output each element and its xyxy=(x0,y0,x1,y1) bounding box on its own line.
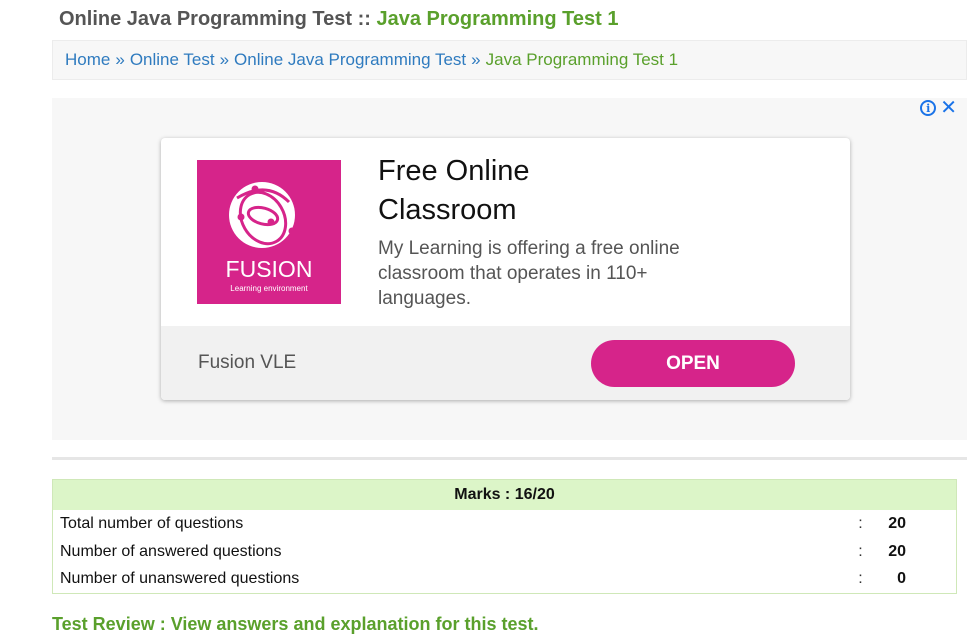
stat-colon: : xyxy=(858,509,889,538)
ad-headline[interactable]: Free Online Classroom xyxy=(378,152,638,230)
stat-label: Total number of questions xyxy=(52,509,859,538)
breadcrumb-online-test[interactable]: Online Test xyxy=(130,50,215,69)
breadcrumb-separator: » xyxy=(219,50,230,69)
marks-row: Marks : 16/20 xyxy=(52,479,957,510)
divider xyxy=(52,457,967,460)
breadcrumb-java-test[interactable]: Online Java Programming Test xyxy=(234,50,466,69)
ad-controls: i ✕ xyxy=(920,98,957,118)
table-row: Total number of questions : 20 xyxy=(52,509,957,538)
fusion-logo[interactable]: FUSION Learning environment xyxy=(197,160,341,304)
page-title: Online Java Programming Test :: Java Pro… xyxy=(59,8,618,31)
stat-colon: : xyxy=(858,537,889,566)
test-review-heading[interactable]: Test Review : View answers and explanati… xyxy=(52,614,538,635)
svg-text:FUSION: FUSION xyxy=(226,256,313,282)
breadcrumb-current: Java Programming Test 1 xyxy=(485,50,679,69)
stat-value: 20 xyxy=(888,537,957,566)
breadcrumb-home[interactable]: Home xyxy=(65,50,110,69)
table-row: Number of answered questions : 20 xyxy=(52,537,957,566)
fusion-logo-graphic: FUSION Learning environment xyxy=(226,182,313,293)
breadcrumb-separator: » xyxy=(471,50,481,69)
info-icon[interactable]: i xyxy=(920,100,937,116)
ad-container: i ✕ FUSION Learning environment Free Onl… xyxy=(52,98,967,440)
ad-brand-name[interactable]: Fusion VLE xyxy=(198,352,296,374)
stat-label: Number of unanswered questions xyxy=(52,565,859,594)
breadcrumb-separator: » xyxy=(115,50,125,69)
page-title-prefix: Online Java Programming Test :: xyxy=(59,8,371,30)
stat-value: 0 xyxy=(888,565,957,594)
ad-footer: Fusion VLE OPEN xyxy=(161,326,850,400)
ad-description: My Learning is offering a free online cl… xyxy=(378,238,680,309)
open-button[interactable]: OPEN xyxy=(591,340,795,387)
stat-value: 20 xyxy=(888,509,957,538)
table-row: Number of unanswered questions : 0 xyxy=(52,565,957,594)
stat-label: Number of answered questions xyxy=(52,537,859,566)
result-table: Marks : 16/20 Total number of questions … xyxy=(52,479,957,594)
svg-text:Learning environment: Learning environment xyxy=(230,284,308,293)
marks-score: Marks : 16/20 xyxy=(52,479,957,510)
ad-card[interactable]: FUSION Learning environment Free Online … xyxy=(161,138,850,400)
breadcrumb: Home» Online Test» Online Java Programming… xyxy=(52,40,967,80)
close-icon[interactable]: ✕ xyxy=(940,98,957,118)
page-title-test-name: Java Programming Test 1 xyxy=(376,8,619,30)
stat-colon: : xyxy=(858,565,889,594)
